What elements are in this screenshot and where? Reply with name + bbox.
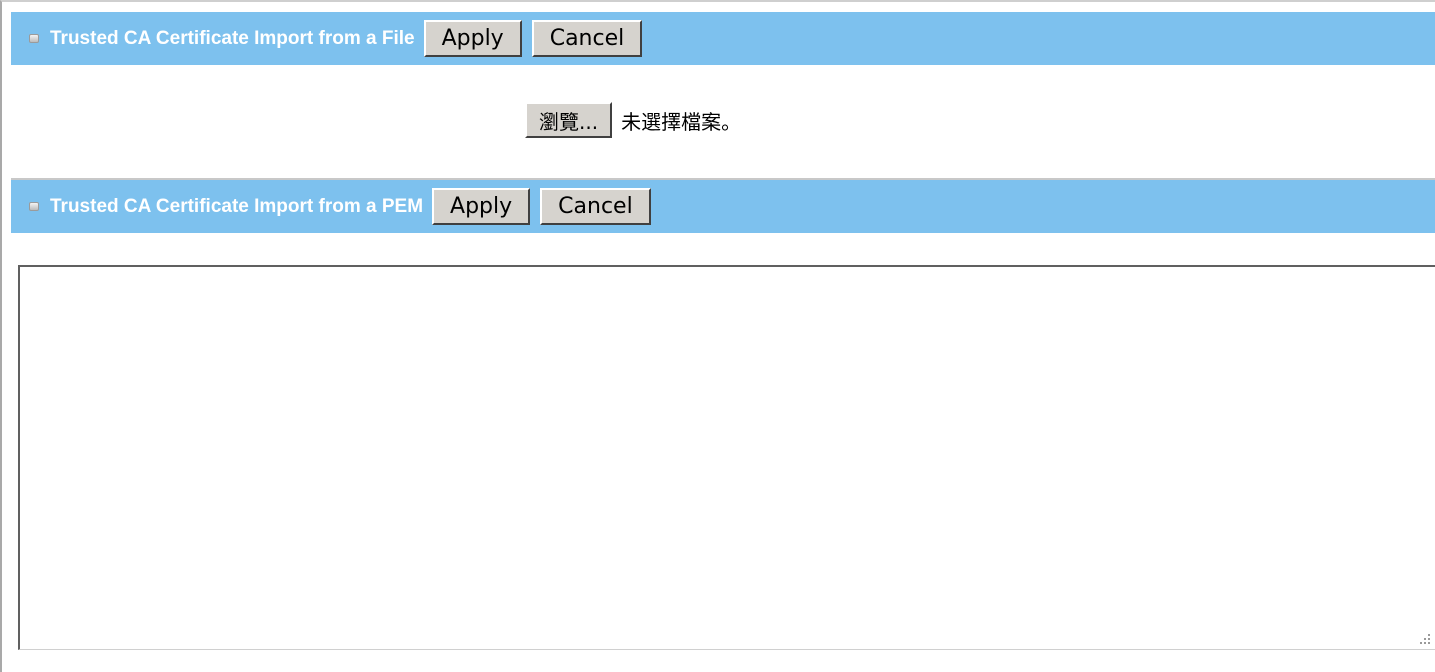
square-bullet-icon — [29, 34, 39, 43]
pem-textarea-container — [18, 265, 1435, 650]
page-frame: Trusted CA Certificate Import from a Fil… — [0, 0, 1435, 672]
resize-grip-icon[interactable] — [1419, 633, 1431, 645]
file-import-body: 瀏覽... 未選擇檔案。 — [11, 67, 1435, 179]
file-import-title: Trusted CA Certificate Import from a Fil… — [50, 27, 415, 49]
file-apply-button[interactable]: Apply — [423, 20, 522, 57]
no-file-selected-text: 未選擇檔案。 — [621, 109, 742, 134]
file-import-header: Trusted CA Certificate Import from a Fil… — [11, 12, 1435, 65]
pem-import-title: Trusted CA Certificate Import from a PEM — [50, 195, 424, 217]
pem-textarea[interactable] — [20, 267, 1435, 649]
file-cancel-button[interactable]: Cancel — [531, 20, 643, 57]
file-chooser: 瀏覽... 未選擇檔案。 — [525, 102, 741, 138]
browse-button[interactable]: 瀏覽... — [525, 102, 613, 138]
pem-apply-button[interactable]: Apply — [432, 188, 531, 225]
pem-import-header: Trusted CA Certificate Import from a PEM… — [11, 178, 1435, 233]
square-bullet-icon — [29, 202, 39, 211]
pem-cancel-button[interactable]: Cancel — [540, 188, 651, 225]
